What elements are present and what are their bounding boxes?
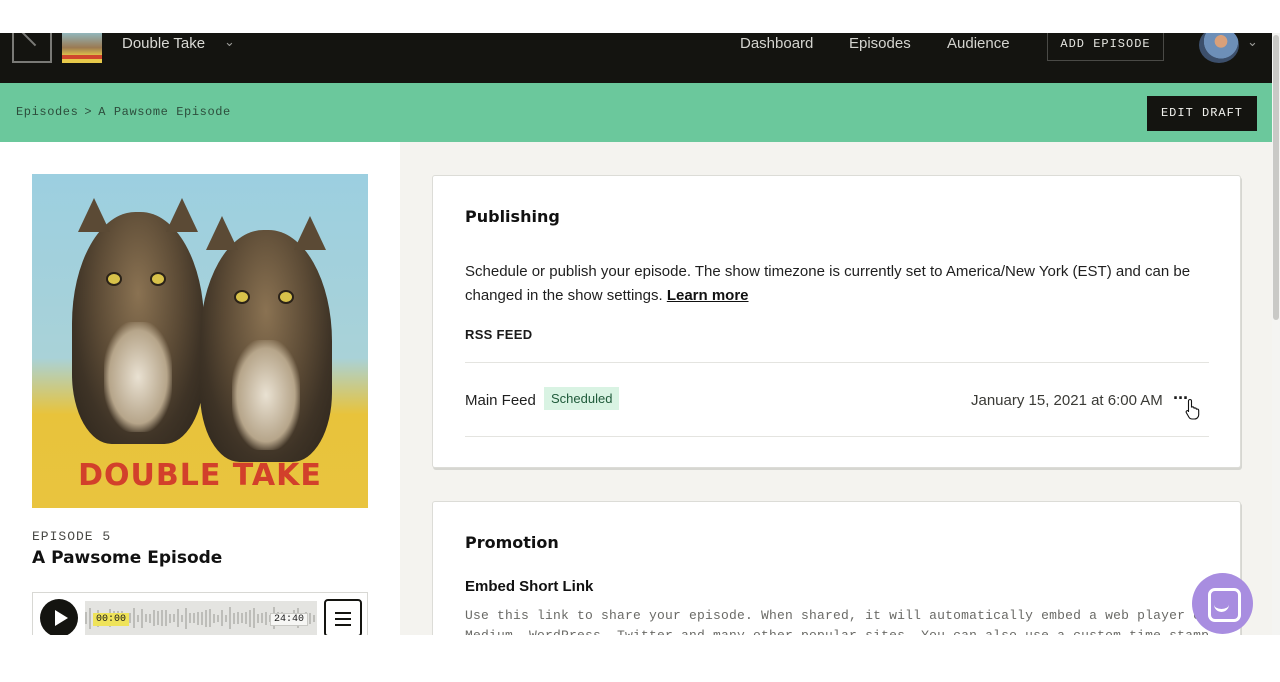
cover-kitten-left xyxy=(72,198,204,444)
waveform-bar xyxy=(261,613,263,623)
waveform-bar xyxy=(185,607,187,629)
waveform-bar xyxy=(129,613,131,623)
nav-link-audience[interactable]: Audience xyxy=(947,35,1010,52)
waveform-bar xyxy=(149,613,151,623)
show-switcher-label[interactable]: Double Take xyxy=(122,35,205,52)
breadcrumb: Episodes > A Pawsome Episode xyxy=(16,105,231,119)
waveform-bar xyxy=(241,613,243,623)
publishing-card: Publishing Schedule or publish your epis… xyxy=(432,175,1241,468)
cover-title: DOUBLE TAKE xyxy=(78,458,322,493)
add-episode-button[interactable]: ADD EPISODE xyxy=(1047,33,1164,61)
waveform-bar xyxy=(249,609,251,627)
breadcrumb-link-episodes[interactable]: Episodes xyxy=(16,105,78,119)
episode-title: A Pawsome Episode xyxy=(32,548,223,568)
nav-link-episodes[interactable]: Episodes xyxy=(849,35,911,52)
divider xyxy=(465,362,1209,363)
waveform-bar xyxy=(313,614,315,622)
waveform-bar xyxy=(245,612,247,624)
waveform-bar xyxy=(229,607,231,629)
waveform-bar xyxy=(165,610,167,626)
waveform-bar xyxy=(181,614,183,622)
waveform-bar xyxy=(133,608,135,628)
breadcrumb-separator: > xyxy=(84,105,93,119)
chevron-down-icon[interactable]: ⌄ xyxy=(224,34,235,50)
waveform-bar xyxy=(141,608,143,628)
waveform-bar xyxy=(225,614,227,622)
episode-number: EPISODE 5 xyxy=(32,529,112,544)
waveform-bar xyxy=(193,613,195,623)
chevron-down-icon[interactable]: ⌄ xyxy=(1247,34,1258,50)
waveform-bar xyxy=(209,609,211,627)
breadcrumb-current: A Pawsome Episode xyxy=(98,105,231,119)
scrollbar[interactable] xyxy=(1272,33,1280,635)
waveform-bar xyxy=(177,609,179,627)
promotion-heading: Promotion xyxy=(465,533,559,552)
edit-draft-button[interactable]: EDIT DRAFT xyxy=(1147,96,1257,131)
chat-icon[interactable] xyxy=(1192,573,1253,634)
divider xyxy=(465,436,1209,437)
play-icon[interactable] xyxy=(40,599,78,635)
waveform-bar xyxy=(85,612,87,624)
waveform-bar xyxy=(145,614,147,622)
feed-name: Main Feed xyxy=(465,392,536,409)
waveform-bar xyxy=(257,613,259,623)
brand-logo[interactable] xyxy=(12,33,52,63)
waveform-bar xyxy=(237,612,239,624)
scheduled-date: January 15, 2021 at 6:00 AM xyxy=(971,392,1163,409)
waveform-bar xyxy=(217,614,219,622)
waveform-bar xyxy=(253,608,255,628)
show-thumbnail xyxy=(62,33,102,63)
waveform-bar xyxy=(173,614,175,622)
promotion-card: Promotion Embed Short Link Use this link… xyxy=(432,501,1241,635)
embed-description: Use this link to share your episode. Whe… xyxy=(465,608,1209,635)
waveform-bar xyxy=(213,613,215,623)
waveform-bar xyxy=(201,611,203,625)
waveform-bar xyxy=(161,610,163,626)
mouse-cursor-icon xyxy=(1185,398,1200,420)
waveform-bar xyxy=(169,613,171,623)
learn-more-link[interactable]: Learn more xyxy=(667,287,749,304)
episode-sidebar: DOUBLE TAKE EPISODE 5 A Pawsome Episode … xyxy=(0,142,400,635)
episode-cover-art: DOUBLE TAKE xyxy=(32,174,368,508)
waveform-bar xyxy=(309,612,311,624)
embed-short-link-heading: Embed Short Link xyxy=(465,578,594,595)
top-nav: Double Take ⌄ Dashboard Episodes Audienc… xyxy=(0,33,1272,83)
waveform-bar xyxy=(265,611,267,625)
publishing-description: Schedule or publish your episode. The sh… xyxy=(465,263,1191,304)
avatar[interactable] xyxy=(1199,33,1239,63)
publishing-heading: Publishing xyxy=(465,207,560,226)
audio-player: 00:00 24:40 xyxy=(32,592,368,635)
app-frame: Double Take ⌄ Dashboard Episodes Audienc… xyxy=(0,33,1280,635)
waveform-bar xyxy=(197,611,199,625)
waveform-bar xyxy=(153,610,155,626)
waveform-bar xyxy=(157,611,159,625)
nav-link-dashboard[interactable]: Dashboard xyxy=(740,35,813,52)
waveform-bar xyxy=(205,609,207,627)
scrollbar-thumb[interactable] xyxy=(1273,35,1279,320)
total-time: 24:40 xyxy=(270,613,309,626)
waveform-bar xyxy=(233,612,235,624)
status-badge: Scheduled xyxy=(544,387,620,410)
cover-kitten-right xyxy=(200,216,332,462)
waveform-bar xyxy=(221,610,223,626)
waveform-bar xyxy=(189,613,191,623)
menu-icon[interactable] xyxy=(324,599,362,635)
current-time: 00:00 xyxy=(93,613,130,626)
breadcrumb-bar: Episodes > A Pawsome Episode EDIT DRAFT xyxy=(0,83,1272,142)
waveform-bar xyxy=(137,614,139,622)
rss-feed-label: RSS FEED xyxy=(465,327,533,342)
waveform-bar xyxy=(89,607,91,629)
